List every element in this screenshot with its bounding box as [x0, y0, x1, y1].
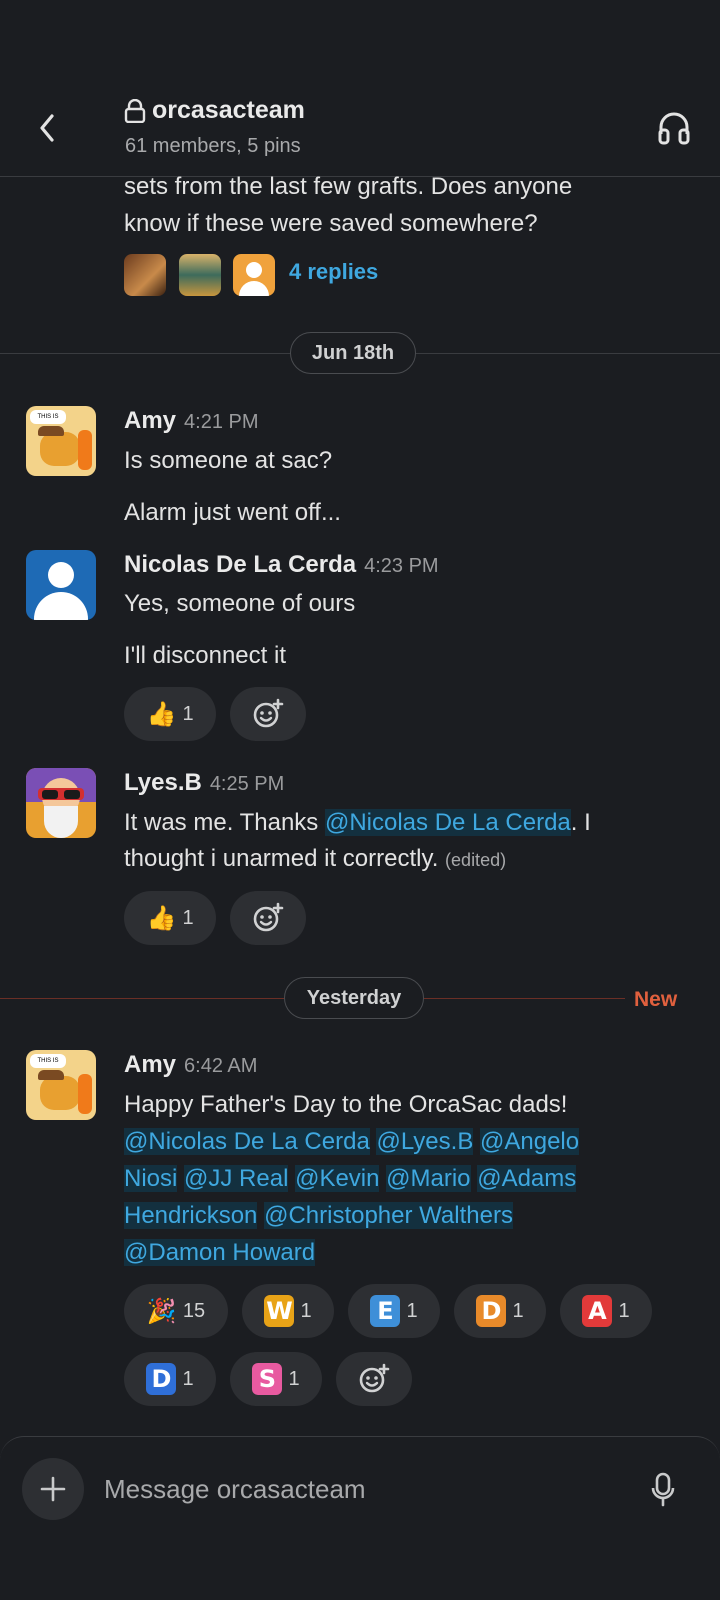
- user-mention[interactable]: @Nicolas De La Cerda: [324, 809, 571, 836]
- party-popper-icon: 🎉: [146, 1297, 177, 1325]
- avatar[interactable]: THIS IS FINE: [26, 1050, 96, 1120]
- reaction-letter-e[interactable]: E1: [348, 1284, 440, 1338]
- reaction-count: 1: [182, 1367, 194, 1390]
- user-mention[interactable]: @Nicolas De La Cerda: [124, 1128, 370, 1155]
- letter-a-icon: A: [582, 1295, 613, 1327]
- message-text: I'll disconnect it: [124, 642, 286, 669]
- reaction-thumbs-up[interactable]: 👍 1: [124, 891, 216, 945]
- reaction-count: 1: [300, 1299, 312, 1322]
- date-divider-label[interactable]: Jun 18th: [290, 332, 416, 374]
- message-text: Yes, someone of ours: [124, 590, 356, 617]
- lock-icon: [124, 99, 146, 123]
- message-timestamp: 4:25 PM: [209, 773, 285, 795]
- author-name[interactable]: Nicolas De La Cerda: [124, 551, 356, 578]
- message-text: It was me. Thanks @Nicolas De La Cerda. …: [124, 804, 591, 842]
- reaction-count: 15: [182, 1299, 206, 1322]
- reaction-count: 1: [512, 1299, 524, 1322]
- headphones-icon[interactable]: [657, 110, 691, 146]
- message-text: Happy Father's Day to the OrcaSac dads!: [124, 1091, 568, 1118]
- reaction-party-popper[interactable]: 🎉 15: [124, 1284, 228, 1338]
- thread-replies-link[interactable]: 4 replies: [289, 259, 378, 285]
- message-composer: [0, 1436, 720, 1600]
- message-text-fragment: . I: [570, 809, 591, 836]
- author-name[interactable]: Lyes.B: [124, 769, 202, 796]
- reaction-letter-a[interactable]: A1: [560, 1284, 652, 1338]
- user-mention[interactable]: Niosi: [124, 1165, 178, 1192]
- avatar[interactable]: THIS IS FINE: [26, 406, 96, 476]
- add-reaction-button[interactable]: [336, 1352, 412, 1406]
- edited-indicator: (edited): [445, 850, 507, 870]
- letter-d-icon: D: [146, 1363, 177, 1395]
- message-text: thought i unarmed it correctly. (edited): [124, 840, 506, 879]
- user-mention[interactable]: @Adams: [477, 1165, 577, 1192]
- add-emoji-icon: [359, 1363, 390, 1393]
- reaction-count: 1: [618, 1299, 630, 1322]
- add-attachment-button[interactable]: [22, 1458, 84, 1520]
- back-arrow-icon[interactable]: [34, 110, 60, 146]
- message-timestamp: 4:23 PM: [364, 555, 439, 577]
- message-text: know if these were saved somewhere?: [124, 210, 538, 237]
- avatar[interactable]: [26, 550, 96, 620]
- message-text-fragment: thought i unarmed it correctly.: [124, 845, 439, 872]
- thumbs-up-icon: 👍: [146, 700, 177, 728]
- add-reaction-button[interactable]: [230, 687, 306, 741]
- message-author[interactable]: Amy 4:21 PM: [124, 407, 259, 435]
- reaction-count: 1: [406, 1299, 418, 1322]
- user-mention[interactable]: @Damon Howard: [124, 1239, 316, 1266]
- user-mention[interactable]: @JJ Real: [184, 1165, 289, 1192]
- add-reaction-button[interactable]: [230, 891, 306, 945]
- new-messages-label: New: [634, 988, 678, 1011]
- add-emoji-icon: [253, 902, 284, 932]
- message-timestamp: 4:21 PM: [184, 411, 259, 433]
- message-text: Is someone at sac?: [124, 447, 333, 474]
- reaction-count: 1: [182, 702, 194, 725]
- reaction-letter-w[interactable]: W1: [242, 1284, 334, 1338]
- message-timestamp: 6:42 AM: [184, 1055, 258, 1077]
- reply-avatar: [233, 254, 275, 296]
- message-author[interactable]: Amy 6:42 AM: [124, 1051, 257, 1079]
- message-text: Niosi @JJ Real @Kevin @Mario @Adams: [124, 1160, 577, 1198]
- message-text: Hendrickson @Christopher Walthers: [124, 1197, 513, 1235]
- user-mention[interactable]: @Christopher Walthers: [264, 1202, 513, 1229]
- message-text-fragment: It was me. Thanks: [124, 809, 325, 836]
- message-author[interactable]: Nicolas De La Cerda 4:23 PM: [124, 551, 439, 579]
- user-mention[interactable]: @Kevin: [295, 1165, 380, 1192]
- message-input[interactable]: Message orcasacteam: [104, 1474, 366, 1505]
- reaction-thumbs-up[interactable]: 👍 1: [124, 687, 216, 741]
- avatar[interactable]: [26, 768, 96, 838]
- author-name[interactable]: Amy: [124, 407, 176, 434]
- letter-w-icon: W: [264, 1295, 295, 1327]
- reaction-count: 1: [182, 906, 194, 929]
- add-emoji-icon: [253, 698, 284, 728]
- message-text: @Damon Howard: [124, 1234, 316, 1272]
- message-author[interactable]: Lyes.B 4:25 PM: [124, 769, 284, 797]
- reply-avatar: [124, 254, 166, 296]
- user-mention[interactable]: Hendrickson: [124, 1202, 258, 1229]
- letter-s-icon: S: [252, 1363, 283, 1395]
- reaction-count: 1: [288, 1367, 300, 1390]
- user-mention[interactable]: @Angelo: [480, 1128, 580, 1155]
- author-name[interactable]: Amy: [124, 1051, 176, 1078]
- plus-icon: [40, 1476, 66, 1502]
- reaction-letter-s[interactable]: S1: [230, 1352, 322, 1406]
- reaction-letter-d[interactable]: D1: [454, 1284, 546, 1338]
- message-text: sets from the last few grafts. Does anyo…: [124, 173, 573, 200]
- reply-avatar: [179, 254, 221, 296]
- message-text: Alarm just went off...: [124, 499, 341, 526]
- channel-subtitle[interactable]: 61 members, 5 pins: [125, 135, 301, 158]
- user-mention[interactable]: @Lyes.B: [376, 1128, 474, 1155]
- channel-title[interactable]: orcasacteam: [152, 96, 305, 125]
- user-mention[interactable]: @Mario: [386, 1165, 471, 1192]
- reaction-letter-d[interactable]: D1: [124, 1352, 216, 1406]
- microphone-icon[interactable]: [650, 1470, 676, 1510]
- channel-header: [0, 0, 720, 177]
- letter-d-icon: D: [476, 1295, 507, 1327]
- thumbs-up-icon: 👍: [146, 904, 177, 932]
- date-divider-label[interactable]: Yesterday: [284, 977, 424, 1019]
- letter-e-icon: E: [370, 1295, 401, 1327]
- message-text: @Nicolas De La Cerda @Lyes.B @Angelo: [124, 1123, 580, 1161]
